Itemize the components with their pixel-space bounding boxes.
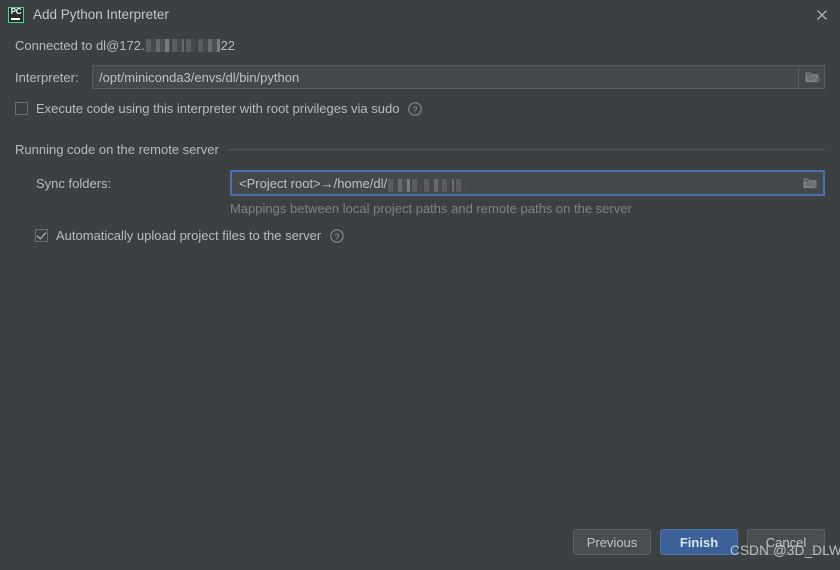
redacted-block	[185, 39, 196, 52]
svg-text:?: ?	[413, 104, 418, 114]
interpreter-input[interactable]: /opt/miniconda3/envs/dl/bin/python	[92, 65, 799, 89]
section-divider	[226, 149, 825, 150]
previous-button[interactable]: Previous	[573, 529, 651, 555]
redacted-block	[388, 178, 411, 192]
window-titlebar: PC Add Python Interpreter	[0, 0, 840, 29]
remote-section-title: Running code on the remote server	[15, 142, 219, 157]
window-title: Add Python Interpreter	[33, 7, 169, 22]
sync-folders-value: <Project root>→/home/dl/	[239, 175, 388, 191]
folder-icon	[804, 72, 818, 83]
connection-status-suffix: 22	[220, 38, 236, 53]
redacted-block	[424, 178, 441, 192]
help-circle-icon[interactable]: ?	[330, 228, 344, 243]
sudo-row: Execute code using this interpreter with…	[15, 101, 825, 116]
sync-folders-row: Sync folders: <Project root>→/home/dl/	[15, 170, 825, 196]
auto-upload-checkbox[interactable]	[35, 229, 48, 242]
folder-icon	[803, 178, 817, 189]
remote-section-header: Running code on the remote server	[15, 142, 825, 157]
cancel-button[interactable]: Cancel	[747, 529, 825, 555]
dialog-content: Connected to dl@172. 22 Interpreter: /opt…	[0, 37, 840, 243]
connection-status: Connected to dl@172. 22	[15, 37, 825, 53]
interpreter-browse-button[interactable]	[799, 65, 825, 89]
auto-upload-row: Automatically upload project files to th…	[35, 228, 825, 243]
redacted-block	[442, 178, 455, 192]
interpreter-label: Interpreter:	[15, 69, 79, 85]
sudo-checkbox[interactable]	[15, 102, 28, 115]
interpreter-row: Interpreter: /opt/miniconda3/envs/dl/bin…	[15, 65, 825, 89]
finish-button[interactable]: Finish	[660, 529, 738, 555]
redacted-block	[456, 178, 467, 192]
sync-folders-hint: Mappings between local project paths and…	[230, 201, 632, 216]
connection-status-prefix: Connected to dl@172.	[15, 38, 145, 53]
sudo-label: Execute code using this interpreter with…	[36, 101, 400, 116]
help-circle-icon[interactable]: ?	[408, 101, 423, 116]
pycharm-icon: PC	[8, 6, 24, 23]
auto-upload-label: Automatically upload project files to th…	[56, 228, 322, 243]
close-icon[interactable]	[814, 7, 830, 23]
redacted-block	[412, 178, 423, 192]
redacted-block	[145, 39, 170, 52]
dialog-footer: Previous Finish Cancel	[573, 529, 825, 555]
pycharm-icon-bar	[11, 17, 20, 20]
redacted-block	[171, 39, 184, 52]
redacted-block	[197, 39, 220, 52]
sync-folders-label: Sync folders:	[36, 175, 112, 191]
sync-folders-input[interactable]: <Project root>→/home/dl/	[230, 170, 797, 196]
sync-folders-browse-button[interactable]	[797, 170, 825, 196]
pycharm-icon-text: PC	[10, 6, 22, 16]
svg-text:?: ?	[335, 231, 340, 241]
